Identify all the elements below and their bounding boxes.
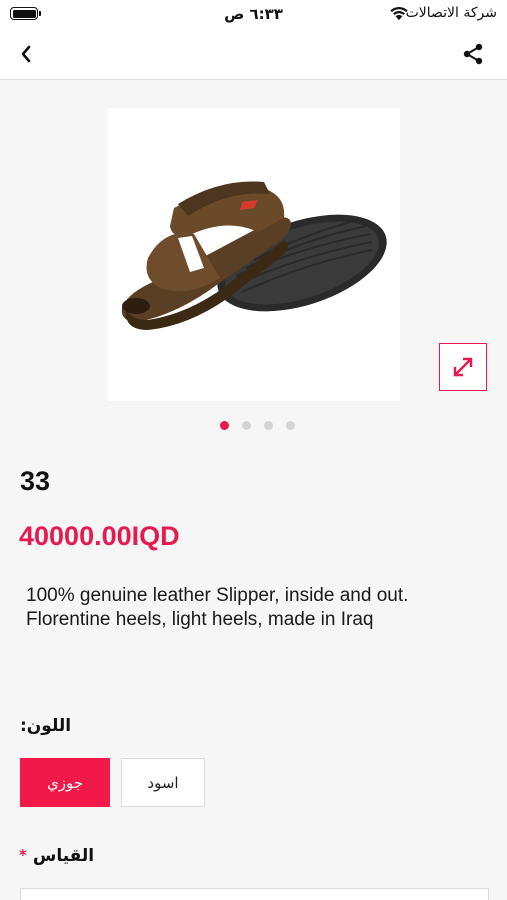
carousel-dot-1[interactable] bbox=[220, 421, 229, 430]
size-label-group: * القياس bbox=[19, 846, 94, 866]
sandal-image bbox=[121, 181, 387, 330]
share-icon bbox=[463, 43, 483, 65]
description-line-1: 100% genuine leather Slipper, inside and… bbox=[26, 585, 409, 606]
color-option-walnut[interactable]: جوزي bbox=[20, 758, 110, 807]
required-mark: * bbox=[19, 846, 27, 864]
size-select[interactable] bbox=[20, 888, 489, 900]
back-button[interactable] bbox=[12, 40, 40, 68]
description-line-2: Florentine heels, light heels, made in I… bbox=[26, 609, 374, 630]
product-image[interactable] bbox=[108, 108, 400, 401]
expand-image-button[interactable] bbox=[439, 343, 487, 391]
share-button[interactable] bbox=[459, 40, 487, 68]
carousel-dot-3[interactable] bbox=[264, 421, 273, 430]
color-option-black[interactable]: اسود bbox=[121, 758, 205, 807]
product-price: 40000.00IQD bbox=[19, 521, 180, 551]
carousel-dots bbox=[0, 421, 507, 430]
carousel-dot-2[interactable] bbox=[242, 421, 251, 430]
size-label: القياس bbox=[32, 846, 95, 866]
color-label: اللون: bbox=[20, 716, 72, 736]
chevron-left-icon bbox=[21, 45, 31, 63]
status-bar: ٦:٣٣ ص شركة الاتصالات bbox=[0, 0, 507, 28]
expand-icon bbox=[453, 357, 473, 377]
carrier-name: شركة الاتصالات bbox=[405, 5, 497, 21]
nav-bar bbox=[0, 28, 507, 80]
product-description: 100% genuine leather Slipper, inside and… bbox=[26, 584, 476, 632]
product-name: 33 bbox=[20, 466, 51, 496]
carousel-dot-4[interactable] bbox=[286, 421, 295, 430]
